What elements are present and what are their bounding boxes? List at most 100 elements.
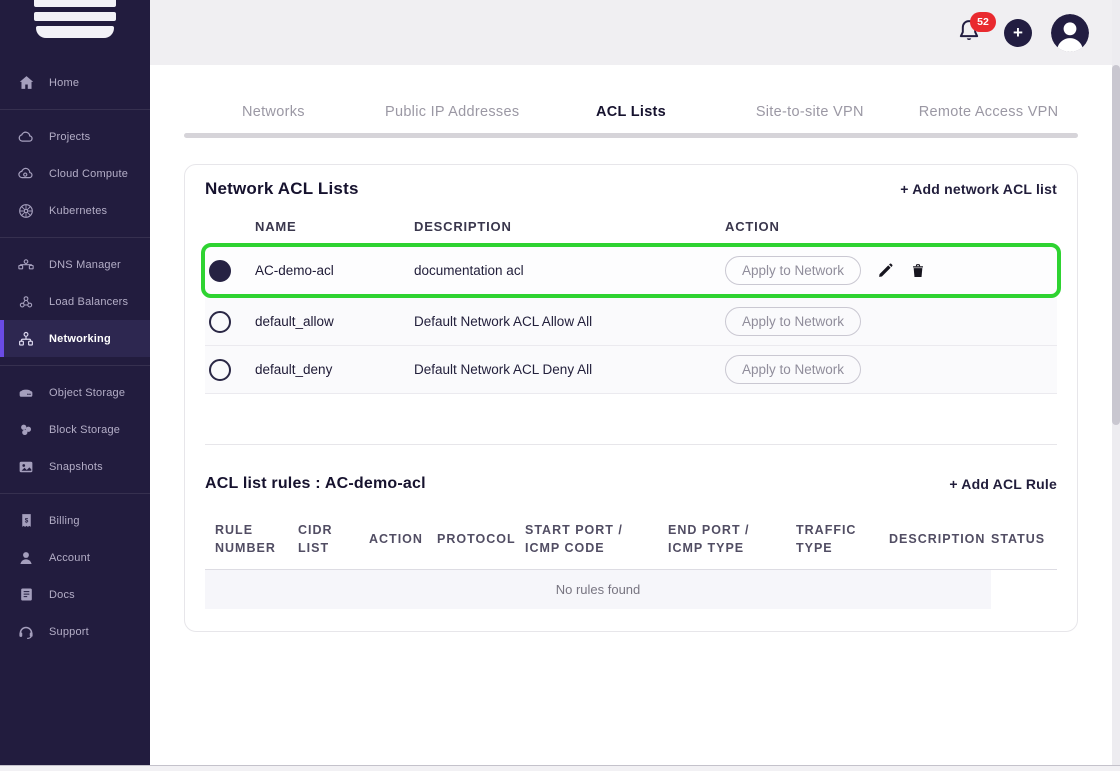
vertical-scrollbar[interactable] (1112, 0, 1120, 765)
sidebar-item-label: Docs (49, 589, 75, 601)
load-balancers-icon (16, 292, 36, 312)
svg-text:$: $ (24, 517, 28, 524)
content: NetworksPublic IP AddressesACL ListsSite… (150, 65, 1120, 632)
add-network-acl-list-button[interactable]: + Add network ACL list (900, 181, 1057, 197)
logo-bar (36, 26, 114, 38)
stacked-bars-logo[interactable] (34, 0, 116, 38)
apply-to-network-button[interactable]: Apply to Network (725, 355, 861, 384)
sidebar-item-label: Account (49, 552, 90, 564)
object-storage-icon (16, 383, 36, 403)
sidebar-item-projects[interactable]: Projects (0, 118, 150, 155)
sidebar-item-load-balancers[interactable]: Load Balancers (0, 283, 150, 320)
page-title: Network ACL Lists (205, 179, 359, 199)
acl-column-name: NAME (255, 219, 414, 234)
tab-remote-access-vpn[interactable]: Remote Access VPN (899, 104, 1078, 120)
empty-state: No rules found (205, 570, 991, 609)
notification-badge: 52 (970, 12, 996, 32)
sidebar-item-label: Snapshots (49, 461, 103, 473)
sidebar-nav: Home Projects Cloud Compute Kubernetes DNS M… (0, 56, 150, 658)
logo-bar (34, 12, 116, 21)
cloud-compute-icon (16, 164, 36, 184)
sidebar-item-object-storage[interactable]: Object Storage (0, 374, 150, 411)
sidebar-item-networking[interactable]: Networking (0, 320, 150, 357)
rules-column-start-port-icmp-code: START PORT / ICMP CODE (525, 521, 668, 557)
sidebar-item-docs[interactable]: Docs (0, 576, 150, 613)
acl-table-header: NAMEDESCRIPTIONACTION (205, 219, 1057, 234)
acl-column-description: DESCRIPTION (414, 219, 725, 234)
rules-column-end-port-icmp-type: END PORT / ICMP TYPE (668, 521, 796, 557)
support-icon (16, 622, 36, 642)
acl-select-radio[interactable] (209, 311, 231, 333)
tab-site-to-site-vpn[interactable]: Site-to-site VPN (720, 104, 899, 120)
sidebar-item-label: Support (49, 626, 89, 638)
sidebar-item-dns-manager[interactable]: DNS Manager (0, 246, 150, 283)
acl-name: default_deny (255, 362, 414, 377)
sidebar-item-label: Kubernetes (49, 205, 107, 217)
rules-column-action: ACTION (369, 530, 437, 548)
sidebar: Home Projects Cloud Compute Kubernetes DNS M… (0, 0, 150, 765)
acl-description: Default Network ACL Deny All (414, 362, 725, 377)
acl-name: default_allow (255, 314, 414, 329)
acl-description: documentation acl (414, 263, 725, 278)
acl-column-action: ACTION (725, 219, 1057, 234)
bell-icon (955, 32, 983, 49)
acl-select-radio[interactable] (209, 260, 231, 282)
acl-table-body: AC-demo-acldocumentation aclApply to Net… (205, 243, 1057, 394)
sidebar-item-label: DNS Manager (49, 259, 121, 271)
sidebar-item-label: Home (49, 77, 79, 89)
rules-column-status: STATUS (991, 530, 1057, 548)
tab-underline (184, 133, 1078, 138)
sidebar-group: Projects Cloud Compute Kubernetes (0, 110, 150, 237)
sidebar-item-label: Object Storage (49, 387, 125, 399)
horizontal-scrollbar[interactable] (0, 765, 1120, 771)
rules-column-description: DESCRIPTION (889, 530, 991, 548)
tab-networks[interactable]: Networks (184, 104, 363, 120)
dns-manager-icon (16, 255, 36, 275)
rules-title: ACL list rules : AC-demo-acl (205, 475, 426, 493)
sidebar-item-billing[interactable]: $ Billing (0, 502, 150, 539)
main-area: 52 + NetworksPublic IP AddressesACL List… (150, 0, 1120, 765)
apply-to-network-button[interactable]: Apply to Network (725, 256, 861, 285)
rules-column-rule-number: RULE NUMBER (205, 521, 298, 557)
apply-to-network-button[interactable]: Apply to Network (725, 307, 861, 336)
sidebar-item-label: Billing (49, 515, 80, 527)
block-storage-icon (16, 420, 36, 440)
sidebar-group: Object Storage Block Storage Snapshots (0, 366, 150, 493)
projects-cloud-icon (16, 127, 36, 147)
notifications-button[interactable]: 52 (955, 17, 985, 49)
docs-icon (16, 585, 36, 605)
kubernetes-icon (16, 201, 36, 221)
acl-lists-card: Network ACL Lists + Add network ACL list… (184, 164, 1078, 632)
vertical-scrollbar-thumb[interactable] (1112, 65, 1120, 425)
sidebar-group: $ Billing Account Docs Support (0, 494, 150, 658)
logo-bar (34, 0, 116, 7)
tab-bar: NetworksPublic IP AddressesACL ListsSite… (184, 104, 1078, 120)
edit-icon[interactable] (877, 262, 894, 279)
rules-column-cidr-list: CIDR LIST (298, 521, 369, 557)
sidebar-item-home[interactable]: Home (0, 64, 150, 101)
sidebar-item-label: Projects (49, 131, 90, 143)
sidebar-item-snapshots[interactable]: Snapshots (0, 448, 150, 485)
avatar[interactable] (1051, 14, 1089, 52)
acl-select-radio[interactable] (209, 359, 231, 381)
create-new-button[interactable]: + (1004, 19, 1032, 47)
tab-acl-lists[interactable]: ACL Lists (542, 104, 721, 120)
sidebar-item-support[interactable]: Support (0, 613, 150, 650)
sidebar-item-kubernetes[interactable]: Kubernetes (0, 192, 150, 229)
acl-row-default-allow: default_allowDefault Network ACL Allow A… (205, 298, 1057, 346)
sidebar-item-block-storage[interactable]: Block Storage (0, 411, 150, 448)
sidebar-item-label: Networking (49, 333, 111, 345)
home-icon (16, 73, 36, 93)
sidebar-item-label: Block Storage (49, 424, 120, 436)
topbar: 52 + (150, 0, 1120, 65)
acl-row-ac-demo-acl: AC-demo-acldocumentation aclApply to Net… (201, 243, 1061, 298)
delete-icon[interactable] (910, 263, 926, 279)
snapshots-icon (16, 457, 36, 477)
tab-public-ip-addresses[interactable]: Public IP Addresses (363, 104, 542, 120)
sidebar-item-cloud-compute[interactable]: Cloud Compute (0, 155, 150, 192)
sidebar-group: Home (0, 56, 150, 109)
add-acl-rule-button[interactable]: + Add ACL Rule (949, 476, 1057, 492)
plus-icon: + (1013, 24, 1023, 41)
sidebar-item-account[interactable]: Account (0, 539, 150, 576)
rules-column-protocol: PROTOCOL (437, 530, 525, 548)
